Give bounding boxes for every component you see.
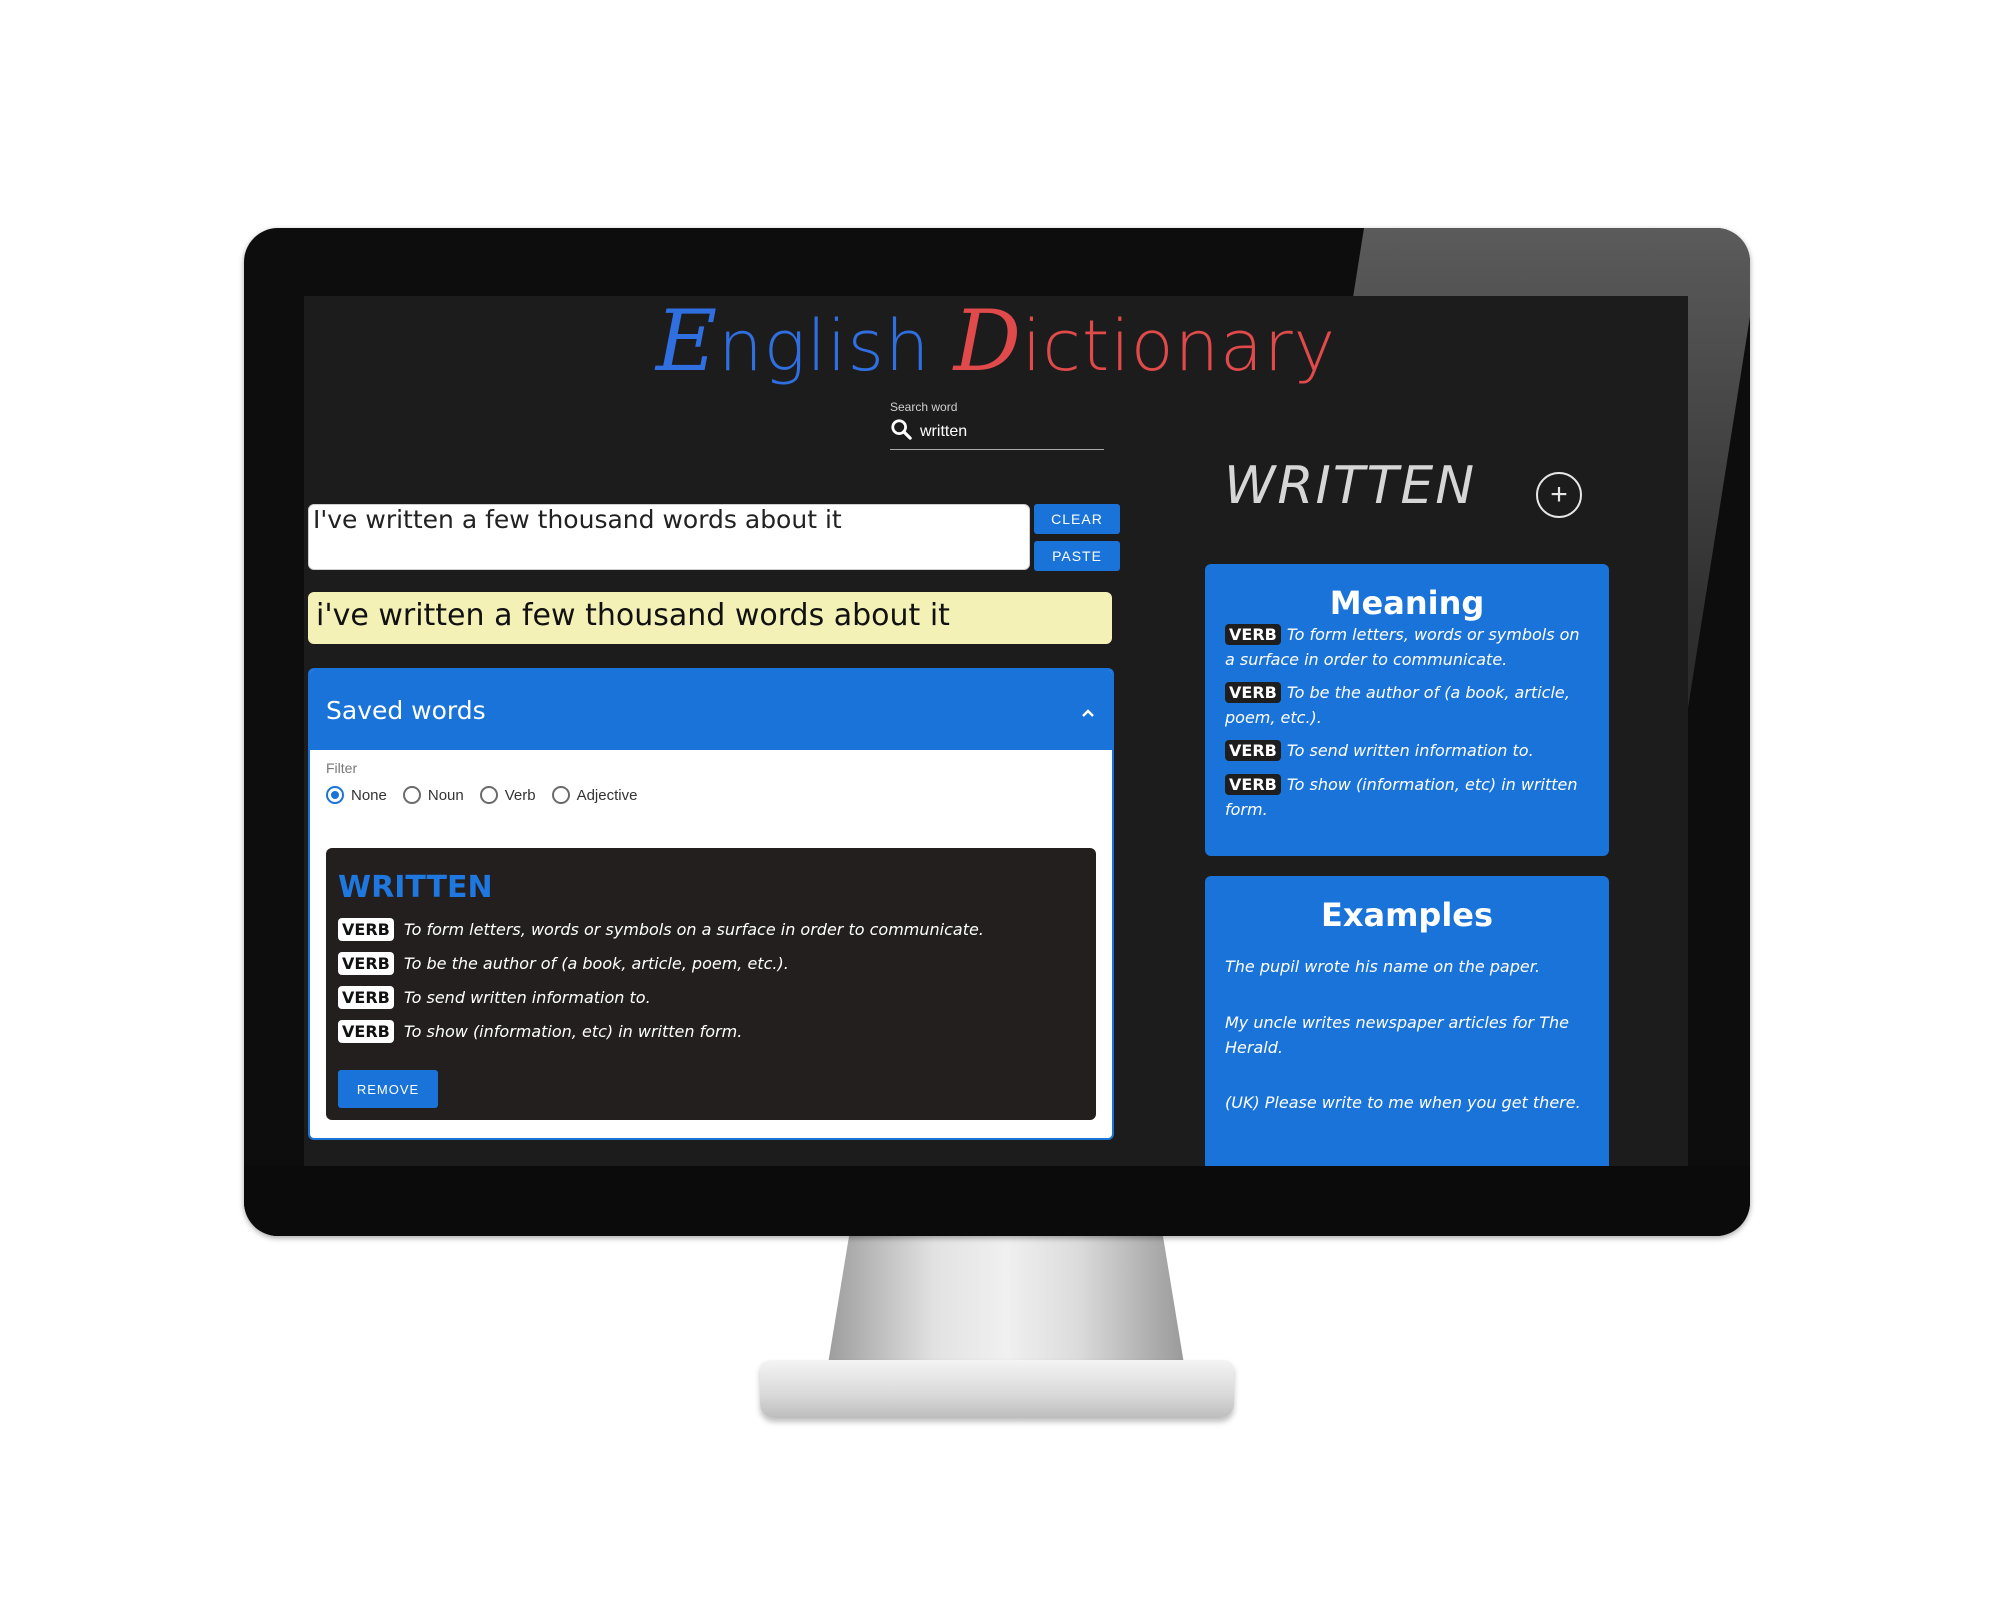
filter-radio-group: None Noun Verb Adjective bbox=[326, 786, 637, 804]
examples-title: Examples bbox=[1320, 896, 1494, 934]
remove-button[interactable]: REMOVE bbox=[338, 1070, 438, 1108]
pos-badge: VERB bbox=[338, 1020, 394, 1043]
saved-words-header[interactable]: Saved words bbox=[310, 670, 1112, 750]
search-field: Search word bbox=[890, 400, 1104, 450]
saved-word-title: WRITTEN bbox=[338, 870, 493, 905]
meaning-card: Meaning VERB To form letters, words or sy… bbox=[1205, 564, 1609, 856]
search-input[interactable] bbox=[918, 421, 1092, 442]
saved-definition: VERB To show (information, etc) in writt… bbox=[338, 1020, 742, 1043]
filter-noun[interactable]: Noun bbox=[402, 786, 464, 804]
title-initial-e: E bbox=[655, 296, 719, 390]
pos-badge: VERB bbox=[1225, 740, 1281, 761]
pos-badge: VERB bbox=[338, 952, 394, 975]
saved-words-title: Saved words bbox=[326, 695, 486, 725]
sentence-input[interactable]: I've written a few thousand words about … bbox=[308, 504, 1030, 570]
pos-badge: VERB bbox=[338, 918, 394, 941]
meaning-title: Meaning bbox=[1329, 584, 1485, 622]
radio-noun[interactable] bbox=[402, 786, 421, 804]
pos-badge: VERB bbox=[1225, 774, 1281, 795]
processed-sentence: i've written a few thousand words about … bbox=[308, 592, 1112, 644]
app-screen: English Dictionary Search word I've writ… bbox=[304, 296, 1688, 1166]
pos-badge: VERB bbox=[1225, 624, 1281, 645]
saved-word-card: WRITTEN VERB To form letters, words or s… bbox=[326, 848, 1096, 1120]
example-item: The pupil wrote his name on the paper. bbox=[1225, 957, 1540, 976]
meaning-item: VERB To send written information to. bbox=[1225, 738, 1593, 763]
radio-adjective[interactable] bbox=[551, 786, 570, 804]
saved-definition: VERB To send written information to. bbox=[338, 986, 651, 1009]
monitor-stand-neck bbox=[828, 1234, 1184, 1364]
app-title: English Dictionary bbox=[304, 296, 1688, 390]
radio-none[interactable] bbox=[326, 786, 344, 804]
search-icon[interactable] bbox=[890, 418, 912, 445]
radio-verb[interactable] bbox=[479, 786, 498, 804]
meaning-item: VERB To show (information, etc) in writte… bbox=[1225, 774, 1578, 819]
current-word: WRITTEN bbox=[1224, 456, 1477, 516]
filter-label: Filter bbox=[326, 760, 358, 776]
title-word-english: nglish bbox=[718, 305, 954, 387]
search-label: Search word bbox=[890, 400, 958, 414]
examples-card: Examples The pupil wrote his name on the… bbox=[1205, 876, 1609, 1166]
paste-button[interactable]: PASTE bbox=[1034, 541, 1120, 571]
filter-none[interactable]: None bbox=[326, 786, 387, 804]
pos-badge: VERB bbox=[338, 986, 394, 1009]
search-row bbox=[890, 418, 1104, 450]
saved-definition: VERB To form letters, words or symbols o… bbox=[338, 918, 984, 941]
monitor-bezel-bottom bbox=[244, 1166, 1750, 1236]
saved-definition: VERB To be the author of (a book, articl… bbox=[338, 952, 789, 975]
meaning-item: VERB To form letters, words or symbols on… bbox=[1225, 624, 1580, 669]
clear-button[interactable]: CLEAR bbox=[1034, 504, 1120, 534]
saved-words-panel: Saved words Filter None Noun Verb Adject… bbox=[308, 668, 1114, 1140]
filter-adjective[interactable]: Adjective bbox=[551, 786, 637, 804]
title-initial-d: D bbox=[953, 296, 1022, 390]
chevron-up-icon[interactable] bbox=[1080, 696, 1096, 725]
meaning-item: VERB To be the author of (a book, article… bbox=[1225, 682, 1570, 727]
plus-circle-icon[interactable]: + bbox=[1536, 472, 1582, 518]
example-item: My uncle writes newspaper articles for T… bbox=[1225, 1013, 1569, 1057]
monitor-stand-base bbox=[760, 1360, 1234, 1418]
example-item: (UK) Please write to me when you get the… bbox=[1225, 1093, 1581, 1112]
pos-badge: VERB bbox=[1225, 682, 1281, 703]
filter-verb[interactable]: Verb bbox=[479, 786, 536, 804]
title-word-dictionary: ictionary bbox=[1021, 305, 1337, 387]
